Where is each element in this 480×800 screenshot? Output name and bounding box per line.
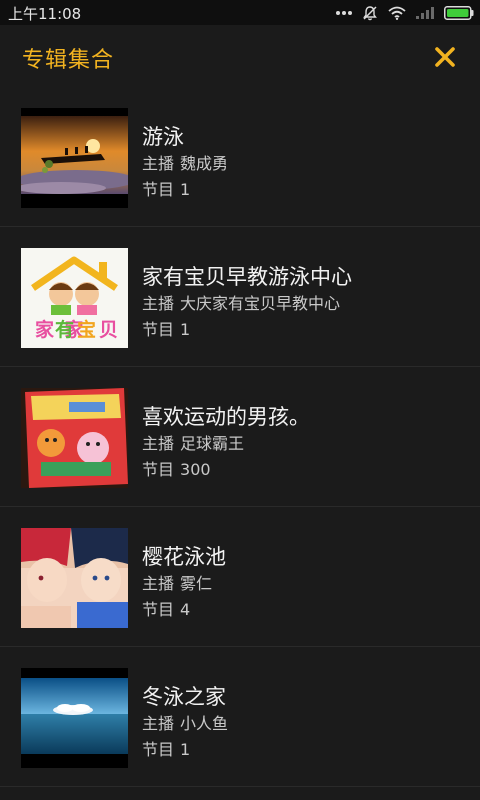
album-title: 游泳 — [142, 125, 184, 149]
count-label: 节目 — [142, 600, 175, 619]
album-episode-count: 节目 1 — [142, 736, 190, 760]
svg-text:宝: 宝 — [77, 318, 96, 341]
count-label: 节目 — [142, 460, 175, 479]
album-collection-screen: 上午11:08 专辑集合 游泳 主播 魏成勇 节目 1 家 家 有 宝 贝 家有… — [0, 0, 480, 800]
album-cover-image — [21, 668, 128, 768]
svg-text:有: 有 — [55, 318, 74, 341]
album-title: 樱花泳池 — [142, 545, 226, 569]
album-host: 主播 雾仁 — [142, 570, 212, 594]
host-label: 主播 — [142, 714, 175, 733]
album-host: 主播 魏成勇 — [142, 150, 228, 174]
status-icons — [336, 3, 474, 23]
svg-text:贝: 贝 — [99, 319, 118, 341]
host-label: 主播 — [142, 154, 175, 173]
album-episode-count: 节目 4 — [142, 596, 190, 620]
count-label: 节目 — [142, 320, 175, 339]
battery-icon — [444, 6, 474, 20]
album-cover-image — [21, 388, 128, 488]
notification-muted-icon — [362, 5, 378, 21]
wifi-icon — [388, 6, 406, 20]
album-host: 主播 大庆家有宝贝早教中心 — [142, 290, 340, 314]
album-item[interactable]: 喜欢运动的男孩。 主播 足球霸王 节目 300 — [0, 367, 480, 507]
host-label: 主播 — [142, 574, 175, 593]
album-host: 主播 小人鱼 — [142, 710, 228, 734]
album-item[interactable]: 冬泳之家 主播 小人鱼 节目 1 — [0, 647, 480, 787]
status-time: 上午11:08 — [8, 5, 82, 23]
count-value: 1 — [180, 320, 191, 339]
album-episode-count: 节目 1 — [142, 176, 190, 200]
album-episode-count: 节目 1 — [142, 316, 190, 340]
host-name: 雾仁 — [180, 574, 213, 593]
header: 专辑集合 — [0, 25, 480, 87]
album-item[interactable]: 家 家 有 宝 贝 家有宝贝早教游泳中心 主播 大庆家有宝贝早教中心 节目 1 — [0, 227, 480, 367]
album-list: 游泳 主播 魏成勇 节目 1 家 家 有 宝 贝 家有宝贝早教游泳中心 主播 大… — [0, 87, 480, 787]
host-label: 主播 — [142, 294, 175, 313]
count-label: 节目 — [142, 180, 175, 199]
close-icon — [435, 47, 455, 67]
host-name: 小人鱼 — [180, 714, 229, 733]
album-item[interactable]: 游泳 主播 魏成勇 节目 1 — [0, 87, 480, 227]
album-episode-count: 节目 300 — [142, 456, 211, 480]
host-label: 主播 — [142, 434, 175, 453]
close-button[interactable] — [428, 40, 462, 74]
count-label: 节目 — [142, 740, 175, 759]
album-cover-image — [21, 528, 128, 628]
host-name: 大庆家有宝贝早教中心 — [180, 294, 341, 313]
host-name: 魏成勇 — [180, 154, 229, 173]
album-cover-image — [21, 108, 128, 208]
album-host: 主播 足球霸王 — [142, 430, 244, 454]
status-bar: 上午11:08 — [0, 0, 480, 25]
signal-icon — [416, 7, 434, 19]
album-title: 家有宝贝早教游泳中心 — [142, 265, 352, 289]
more-dots-icon — [336, 10, 352, 16]
album-title: 冬泳之家 — [142, 685, 226, 709]
album-title: 喜欢运动的男孩。 — [142, 405, 310, 429]
album-cover-image: 家 家 有 宝 贝 — [21, 248, 128, 348]
host-name: 足球霸王 — [180, 434, 245, 453]
count-value: 1 — [180, 180, 191, 199]
count-value: 1 — [180, 740, 191, 759]
page-title: 专辑集合 — [22, 48, 115, 73]
svg-text:家: 家 — [35, 318, 55, 341]
count-value: 4 — [180, 600, 191, 619]
count-value: 300 — [180, 460, 211, 479]
album-item[interactable]: 樱花泳池 主播 雾仁 节目 4 — [0, 507, 480, 647]
